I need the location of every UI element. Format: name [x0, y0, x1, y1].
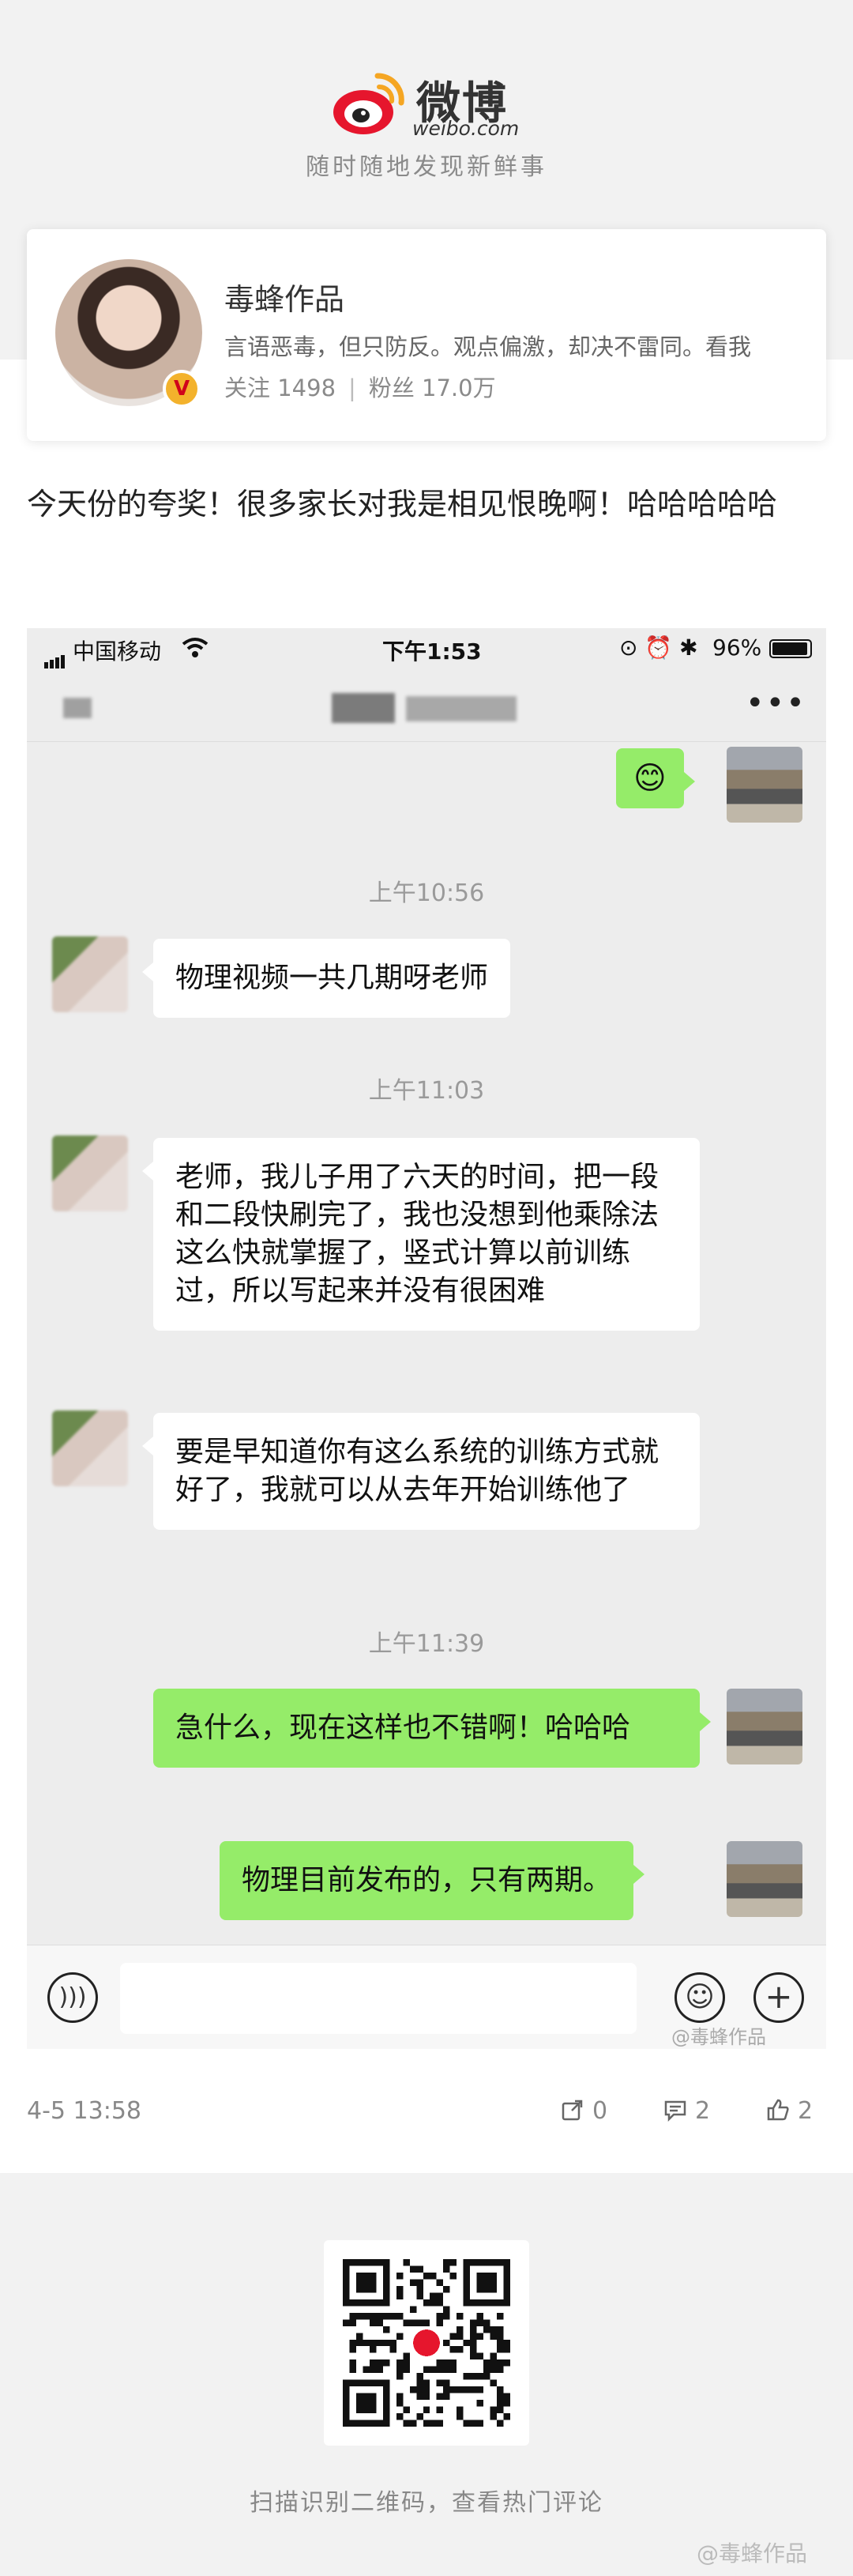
battery-icon	[769, 639, 812, 658]
signal-icon	[44, 642, 66, 668]
corner-watermark: @毒蜂作品	[697, 2540, 808, 2567]
qr-code-image	[343, 2259, 510, 2427]
message-input[interactable]	[120, 1963, 637, 2034]
contact-avatar[interactable]	[52, 1135, 128, 1211]
chat-screenshot: 中国移动 下午1:53 ⊙ ⏰ ✱ 96% ••• 😊 上午10:56 物理视频…	[27, 628, 826, 2049]
contact-avatar[interactable]	[52, 1410, 128, 1486]
contact-name-blurred-2	[406, 696, 517, 721]
battery-fill	[772, 642, 808, 655]
message-bubble-in: 老师，我儿子用了六天的时间，把一段和二段快刷完了，我也没想到他乘除法这么快就掌握…	[142, 1138, 700, 1331]
like-count: 2	[798, 2097, 814, 2125]
following-count: 关注 1498	[224, 375, 336, 401]
message-bubble-out: 😊	[616, 748, 695, 808]
contact-name-blurred	[332, 693, 395, 723]
message-text: 物理视频一共几期呀老师	[175, 962, 489, 994]
image-watermark: @毒蜂作品	[671, 2026, 766, 2048]
message-bubble-out: 急什么，现在这样也不错啊！哈哈哈	[153, 1689, 711, 1768]
thumbs-up-icon	[767, 2099, 789, 2121]
repost-button[interactable]: 0	[561, 2097, 607, 2125]
comment-icon	[664, 2100, 686, 2122]
phone-status-bar: 中国移动 下午1:53 ⊙ ⏰ ✱ 96%	[27, 628, 826, 669]
alarm-bluetooth-icon: ⊙ ⏰ ✱	[619, 635, 698, 661]
weibo-brand: 微博 weibo.com	[0, 68, 853, 140]
post-text: 今天份的夸奖！很多家长对我是相见恨晚啊！哈哈哈哈哈	[27, 487, 778, 522]
message-text: 物理目前发布的，只有两期。	[242, 1864, 612, 1896]
qr-hint: 扫描识别二维码，查看热门评论	[250, 2489, 603, 2517]
like-button[interactable]: 2	[766, 2097, 813, 2125]
followers-count: 粉丝 17.0万	[368, 375, 496, 401]
message-text: 急什么，现在这样也不错啊！哈哈哈	[175, 1712, 631, 1744]
stats-divider: |	[348, 375, 356, 401]
message-bubble-out: 物理目前发布的，只有两期。	[220, 1841, 645, 1920]
contact-avatar[interactable]	[52, 936, 128, 1012]
weibo-logo-icon	[333, 73, 404, 134]
post-meta: 4-5 13:58 0 2 2	[27, 2092, 826, 2132]
carrier-name: 中国移动	[73, 638, 162, 665]
profile-name[interactable]: 毒蜂作品	[224, 275, 344, 318]
battery-percent: 96%	[712, 635, 762, 661]
brand-slogan: 随时随地发现新鲜事	[306, 153, 547, 181]
voice-icon[interactable]: )))	[47, 1972, 98, 2023]
brand-domain: weibo.com	[412, 117, 520, 140]
my-avatar[interactable]	[727, 747, 802, 823]
profile-bio: 言语恶毒，但只防反。观点偏激，却决不雷同。看我	[224, 333, 752, 360]
repost-count: 0	[592, 2097, 608, 2125]
message-text: 老师，我儿子用了六天的时间，把一段和二段快刷完了，我也没想到他乘除法这么快就掌握…	[175, 1161, 659, 1307]
message-time-separator: 上午11:03	[368, 1077, 485, 1105]
qr-code[interactable]	[324, 2240, 529, 2446]
my-avatar[interactable]	[727, 1841, 802, 1917]
verified-badge-icon: V	[163, 370, 201, 408]
comment-count: 2	[695, 2097, 711, 2125]
profile-stats: 关注 1498 | 粉丝 17.0万	[224, 370, 496, 403]
message-bubble-in: 物理视频一共几期呀老师	[141, 939, 511, 1018]
message-time-separator: 上午10:56	[368, 879, 485, 907]
chat-nav-bar: •••	[27, 669, 826, 742]
message-text: 😊	[633, 760, 667, 797]
message-bubble-in: 要是早知道你有这么系统的训练方式就好了，我就可以从去年开始训练他了	[142, 1413, 700, 1530]
post-date: 4-5 13:58	[27, 2097, 141, 2125]
emoji-icon[interactable]: ☺	[675, 1972, 725, 2023]
profile-card[interactable]: V 毒蜂作品 言语恶毒，但只防反。观点偏激，却决不雷同。看我 关注 1498 | 粉…	[27, 229, 826, 441]
my-avatar[interactable]	[727, 1689, 802, 1764]
comment-button[interactable]: 2	[663, 2097, 710, 2125]
status-time: 下午1:53	[382, 638, 482, 665]
plus-icon[interactable]: +	[753, 1972, 804, 2023]
message-time-separator: 上午11:39	[368, 1630, 485, 1658]
wifi-icon	[182, 638, 209, 657]
back-blurred[interactable]	[63, 698, 92, 718]
repost-icon	[562, 2100, 583, 2121]
message-text: 要是早知道你有这么系统的训练方式就好了，我就可以从去年开始训练他了	[175, 1436, 659, 1506]
more-icon[interactable]: •••	[746, 687, 806, 719]
